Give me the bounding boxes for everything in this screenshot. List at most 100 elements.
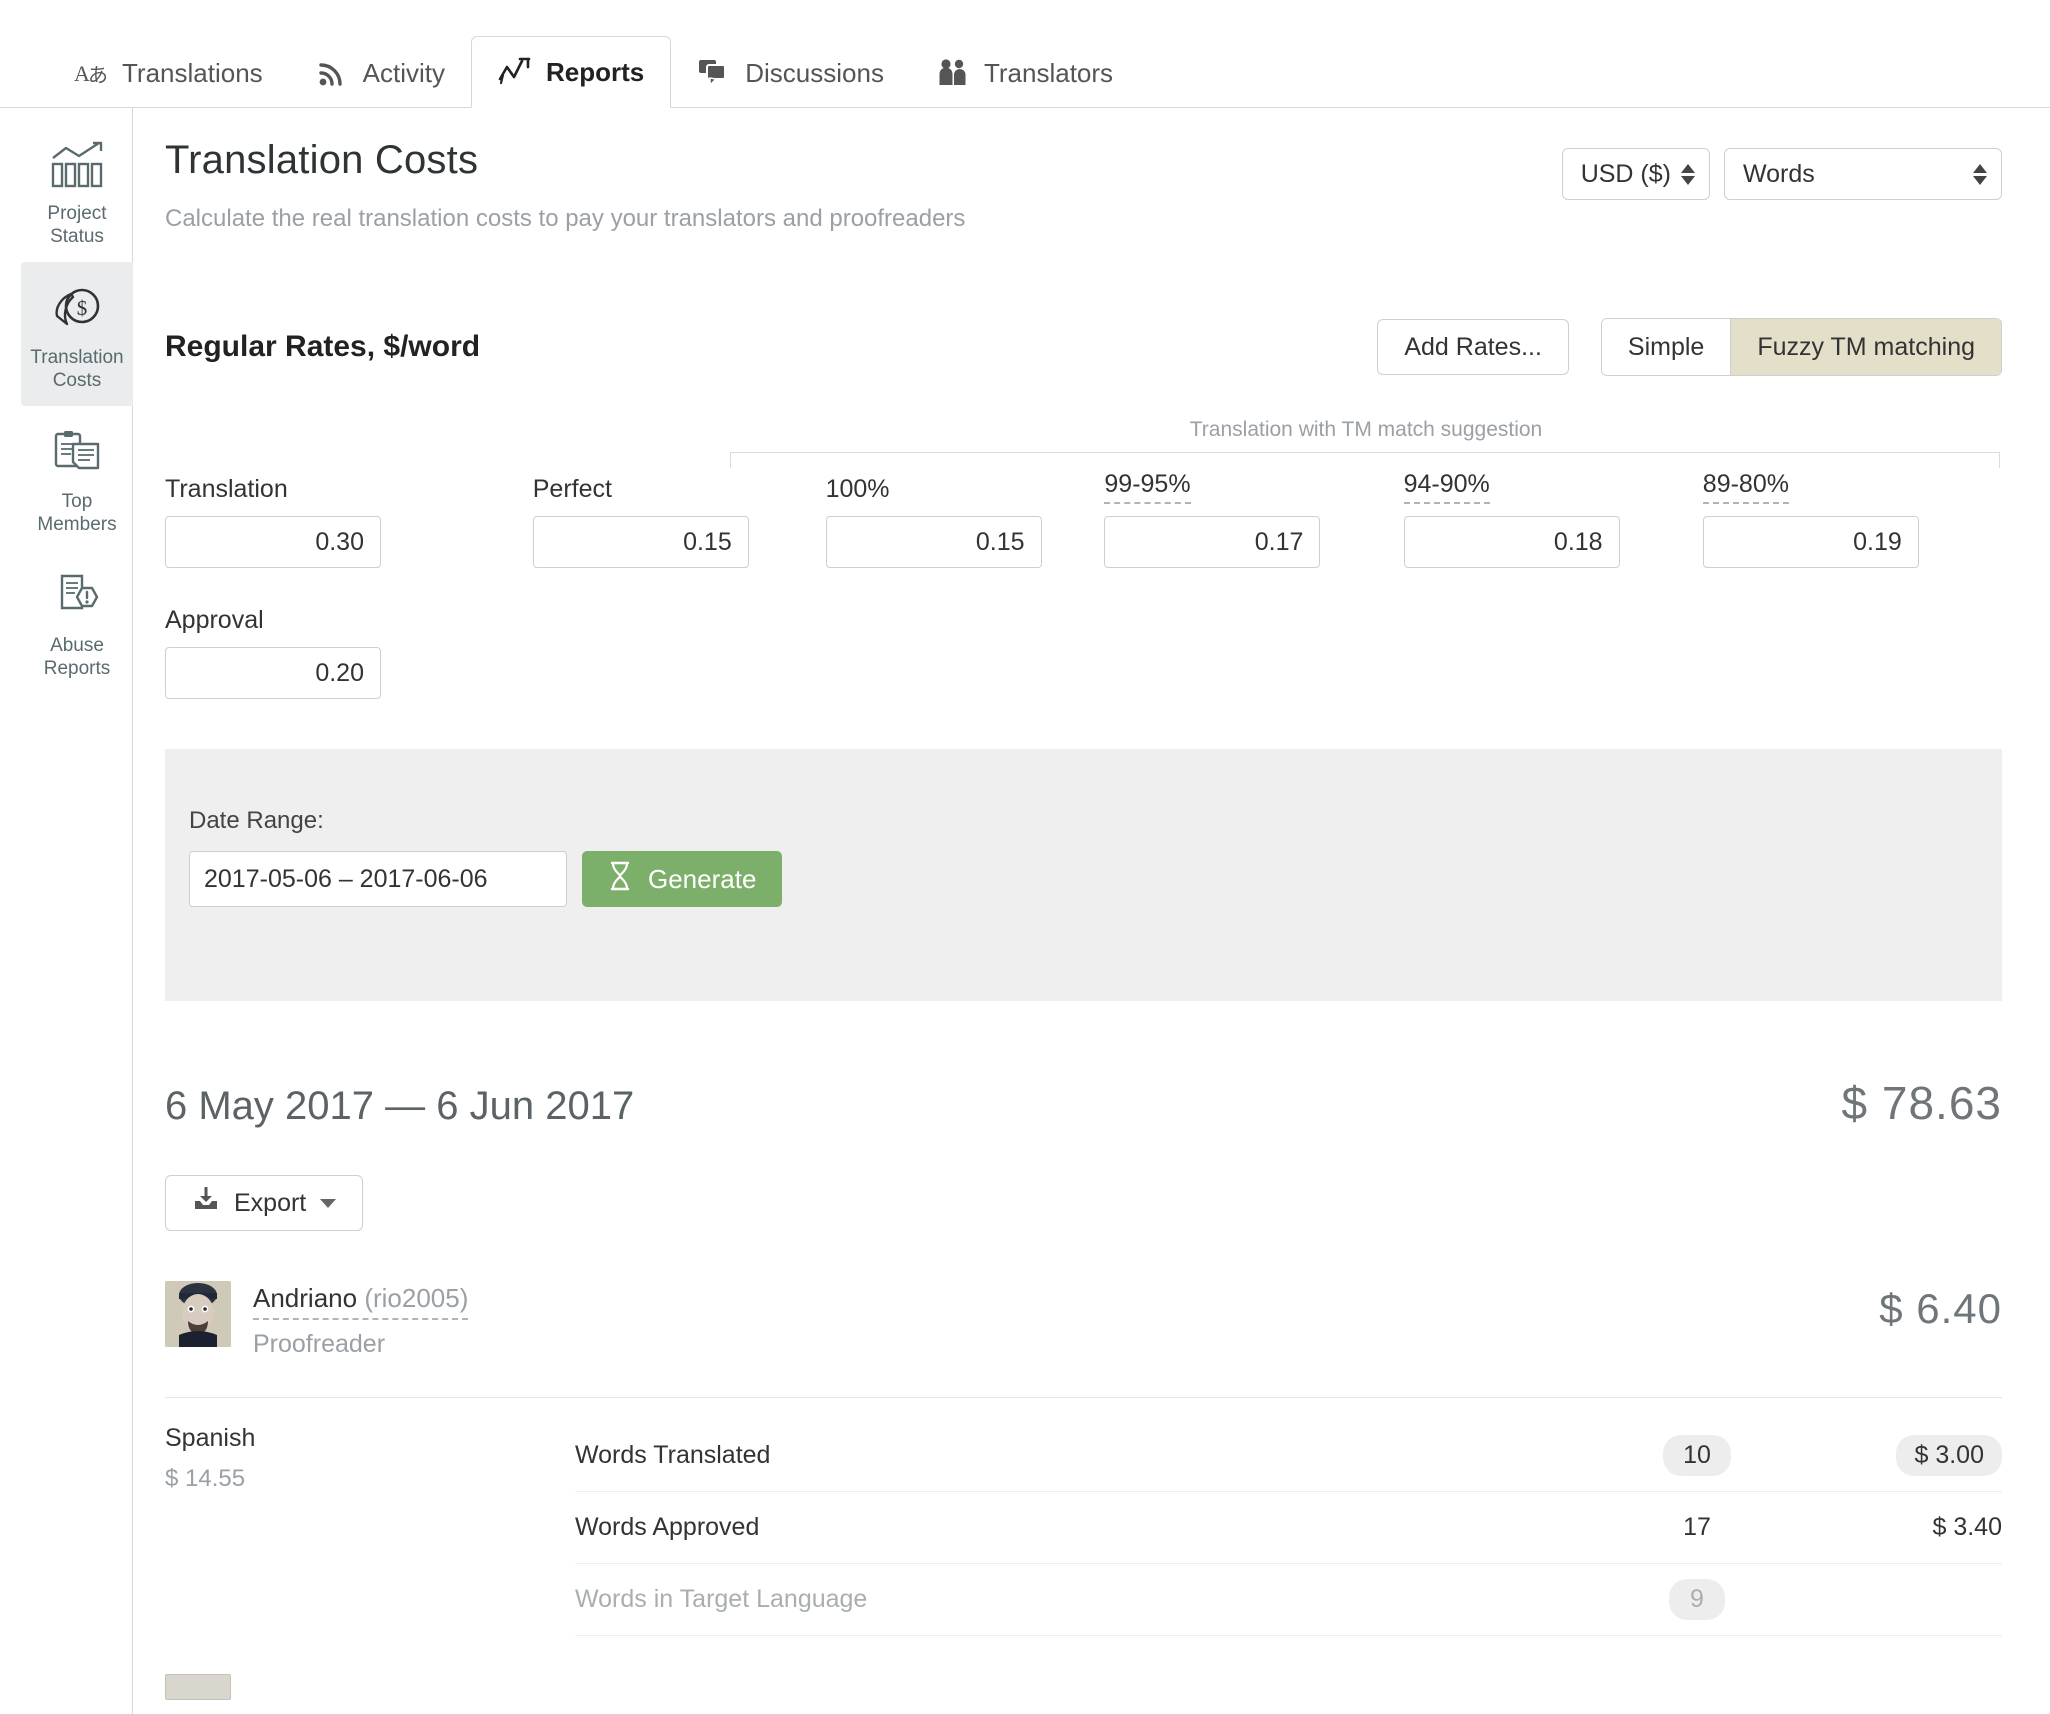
report-date-range: 6 May 2017 — 6 Jun 2017 xyxy=(165,1084,635,1128)
currency-select[interactable]: USD ($) xyxy=(1561,148,1710,200)
rate-label: Perfect xyxy=(532,475,612,503)
add-rates-button[interactable]: Add Rates... xyxy=(1377,319,1569,375)
next-user-row-partial xyxy=(165,1674,2002,1700)
sidebar-item-label: Project xyxy=(47,203,107,224)
stat-count: 10 xyxy=(1572,1435,1822,1476)
rate-field-89-80: 89-80% xyxy=(1702,470,1984,568)
match-100-rate-input[interactable] xyxy=(825,516,1042,568)
table-row: Words Translated 10 $ 3.00 xyxy=(575,1420,2002,1492)
tab-label: Translators xyxy=(983,57,1114,88)
export-button-label: Export xyxy=(234,1188,307,1217)
sidebar-item-translation-costs[interactable]: $ Translation Costs xyxy=(21,262,133,406)
stat-money-pill: $ 3.00 xyxy=(1896,1435,2002,1476)
language-block: Spanish $ 14.55 Words Translated 10 $ 3.… xyxy=(165,1397,2002,1636)
mode-fuzzy-tm-button[interactable]: Fuzzy TM matching xyxy=(1730,319,2001,375)
sidebar-item-label2: Costs xyxy=(52,370,102,391)
date-range-input[interactable] xyxy=(189,851,567,907)
user-display-name: Andriano xyxy=(253,1283,358,1313)
table-row: Words in Target Language 9 xyxy=(575,1564,2002,1636)
stat-money: $ 3.40 xyxy=(1932,1513,2002,1541)
select-spinner-icon xyxy=(1681,163,1695,185)
reports-chart-icon xyxy=(498,55,532,89)
avatar xyxy=(165,1281,231,1347)
header-controls: USD ($) Words xyxy=(1561,138,2002,200)
rate-label: Translation xyxy=(165,475,288,503)
tm-group-bracket xyxy=(730,452,2000,468)
page-title: Translation Costs xyxy=(165,138,479,182)
language-name: Spanish xyxy=(165,1424,256,1452)
sidebar-item-label2: Members xyxy=(37,514,117,535)
clipboard-list-icon xyxy=(25,422,129,484)
export-button[interactable]: Export xyxy=(165,1175,364,1231)
mode-simple-button[interactable]: Simple xyxy=(1601,319,1731,375)
translation-rate-input[interactable] xyxy=(165,516,381,568)
rate-field-100: 100% xyxy=(825,475,1087,568)
top-navigation-bar: A あ Translations Activity Reports Discus… xyxy=(0,0,2050,108)
date-range-panel: Date Range: Generate xyxy=(165,749,2002,1001)
generate-button-label: Generate xyxy=(648,863,757,894)
sidebar-item-label: Translation xyxy=(30,347,124,368)
rate-label: 99-95% xyxy=(1104,470,1191,504)
unit-select[interactable]: Words xyxy=(1724,148,2002,200)
date-range-label: Date Range: xyxy=(189,807,324,834)
language-amount: $ 14.55 xyxy=(165,1465,246,1492)
stat-money: $ 3.00 xyxy=(1822,1435,2002,1476)
report-user-row: Andriano (rio2005) Proofreader $ 6.40 xyxy=(165,1281,2002,1359)
download-icon xyxy=(192,1186,220,1220)
rate-mode-toggle: Simple Fuzzy TM matching xyxy=(1600,318,2002,376)
reports-sidebar: Project Status $ Translation Costs Top M… xyxy=(0,108,133,1714)
tab-translations[interactable]: A あ Translations xyxy=(48,38,289,108)
sidebar-item-label2: Status xyxy=(50,226,104,247)
stats-table: Words Translated 10 $ 3.00 Words Approve… xyxy=(575,1420,2002,1636)
stat-count-pill: 10 xyxy=(1663,1435,1731,1476)
select-spinner-icon xyxy=(1973,163,1987,185)
tm-group-caption: Translation with TM match suggestion xyxy=(1189,418,1543,441)
rates-header: Regular Rates, $/word Add Rates... Simpl… xyxy=(165,318,2002,376)
tab-label: Reports xyxy=(546,56,645,87)
rate-field-94-90: 94-90% xyxy=(1403,470,1685,568)
rate-field-approval: Approval xyxy=(165,606,2002,699)
sidebar-item-abuse-reports[interactable]: Abuse Reports xyxy=(21,550,133,694)
match-99-95-rate-input[interactable] xyxy=(1104,516,1321,568)
match-94-90-rate-input[interactable] xyxy=(1403,516,1620,568)
rate-field-translation: Translation xyxy=(165,475,480,568)
currency-select-value: USD ($) xyxy=(1580,159,1671,188)
svg-text:$: $ xyxy=(77,296,88,320)
stat-label: Words in Target Language xyxy=(575,1585,868,1613)
report-total-amount: $ 78.63 xyxy=(1841,1077,2002,1129)
tab-label: Activity xyxy=(362,57,445,88)
translations-icon: A あ xyxy=(74,56,108,90)
main-content: Translation Costs Calculate the real tra… xyxy=(133,108,2050,1714)
perfect-rate-input[interactable] xyxy=(532,516,749,568)
user-role: Proofreader xyxy=(253,1330,386,1358)
user-name-link[interactable]: Andriano (rio2005) xyxy=(253,1283,469,1320)
tab-discussions[interactable]: Discussions xyxy=(671,38,910,108)
approval-rate-input[interactable] xyxy=(165,647,381,699)
rates-title: Regular Rates, $/word xyxy=(165,330,481,363)
stat-count-pill: 9 xyxy=(1669,1579,1725,1620)
bar-chart-icon xyxy=(25,134,129,196)
document-warning-icon xyxy=(25,566,129,628)
sidebar-item-label: Abuse xyxy=(50,635,104,656)
tab-translators[interactable]: Translators xyxy=(910,38,1139,108)
sidebar-item-project-status[interactable]: Project Status xyxy=(21,118,133,262)
rate-label: 94-90% xyxy=(1403,470,1490,504)
tab-label: Translations xyxy=(122,57,263,88)
tab-activity[interactable]: Activity xyxy=(289,38,471,108)
coin-dollar-icon: $ xyxy=(25,278,129,340)
activity-rss-icon xyxy=(315,56,349,90)
match-89-80-rate-input[interactable] xyxy=(1702,516,1919,568)
export-row: Export xyxy=(165,1175,2002,1231)
rate-field-99-95: 99-95% xyxy=(1104,470,1385,568)
sidebar-item-top-members[interactable]: Top Members xyxy=(21,406,133,550)
svg-text:あ: あ xyxy=(88,65,108,87)
tab-reports[interactable]: Reports xyxy=(471,36,672,108)
stat-count: 9 xyxy=(1572,1579,1822,1620)
tab-label: Discussions xyxy=(745,57,884,88)
sidebar-item-label2: Reports xyxy=(43,658,111,679)
stat-label: Words Approved xyxy=(575,1513,760,1541)
generate-button[interactable]: Generate xyxy=(582,851,783,907)
user-username: (rio2005) xyxy=(364,1283,469,1313)
translators-people-icon xyxy=(936,56,970,90)
report-header: 6 May 2017 — 6 Jun 2017 $ 78.63 xyxy=(165,1076,2002,1130)
